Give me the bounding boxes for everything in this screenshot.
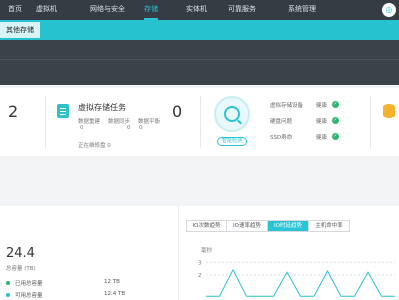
banner-divider (0, 59, 399, 60)
used-capacity-label: 已用总容量 (15, 281, 43, 287)
total-capacity-label: 总容量 (TB) (6, 266, 36, 272)
stats-divider (370, 96, 371, 148)
task-item-value: 0 (127, 125, 131, 131)
top-navigation: 首页 虚拟机 网络与安全 存储 实体机 可靠服务 系统管理 ◎ (0, 0, 399, 20)
latency-series-line (206, 268, 395, 297)
used-legend-dot (6, 281, 10, 285)
health-row: 硬盘问题 健康 ✓ (270, 117, 339, 127)
check-icon: ✓ (332, 101, 339, 108)
storage-banner (0, 40, 399, 85)
task-item-value: 0 (80, 125, 84, 131)
stats-divider (200, 96, 201, 148)
chart-unit-label: 毫秒 (201, 248, 213, 254)
virtual-storage-task-title: 虚拟存储任务 (78, 103, 126, 112)
nav-physical[interactable]: 实体机 (186, 0, 207, 20)
latency-chart: 32 (198, 260, 395, 297)
stats-divider (45, 96, 46, 148)
document-icon (57, 104, 69, 118)
health-label: 虚拟存储设备 (270, 103, 304, 109)
task-item-value: 0 (139, 125, 143, 131)
check-icon: ✓ (332, 117, 339, 124)
check-icon: ✓ (332, 133, 339, 140)
nav-system-management[interactable]: 系统管理 (288, 0, 316, 20)
available-capacity-value: 12.4 TB (104, 291, 126, 297)
performance-tabs: IO次数趋势 IO速率趋势 IO时延趋势 主机命中率 (186, 220, 350, 232)
used-capacity-value: 12 TB (104, 279, 120, 285)
nav-vm[interactable]: 虚拟机 (36, 0, 57, 20)
task-count: 0 (172, 102, 183, 121)
health-row: 虚拟存储设备 健康 ✓ (270, 101, 339, 111)
smart-check-button[interactable]: 智能检测 (217, 137, 247, 146)
nav-network-security[interactable]: 网络与安全 (90, 0, 125, 20)
sub-navigation: 其他存储 (0, 20, 399, 40)
search-icon (224, 106, 240, 122)
y-tick-label: 3 (198, 260, 202, 266)
nav-home[interactable]: 首页 (8, 0, 22, 20)
total-capacity-value: 24.4 (6, 246, 35, 261)
smart-check-ring[interactable] (214, 96, 250, 132)
left-count: 2 (8, 102, 19, 121)
available-capacity-label: 可用总容量 (15, 293, 43, 299)
tab-io-rate[interactable]: IO速率趋势 (227, 221, 268, 231)
nav-storage[interactable]: 存储 (144, 0, 158, 20)
health-status: 健康 (316, 119, 328, 125)
nav-reliable-service[interactable]: 可靠服务 (228, 0, 256, 20)
health-label: 硬盘问题 (270, 119, 293, 125)
health-row: SSD寿命 健康 ✓ (270, 133, 339, 143)
task-item-label: 数据重建 (78, 119, 101, 125)
section-gap (0, 156, 399, 206)
database-icon (383, 104, 395, 118)
pending-repair-label: 正在维修盘 0 (78, 143, 111, 149)
task-item-label: 数据同步 (108, 119, 131, 125)
task-item-label: 数据平衡 (138, 119, 161, 125)
capacity-panel: 24.4 总容量 (TB) 已用总容量 12 TB 可用总容量 12.4 TB (0, 206, 178, 300)
y-tick-label: 2 (198, 273, 202, 279)
shield-icon[interactable]: ◎ (382, 3, 396, 17)
tab-other-storage[interactable]: 其他存储 (0, 22, 40, 38)
health-label: SSD寿命 (270, 135, 293, 141)
health-status: 健康 (316, 103, 328, 109)
tab-io-latency[interactable]: IO时延趋势 (268, 221, 309, 231)
tab-io-count[interactable]: IO次数趋势 (187, 221, 227, 231)
tab-host-hit-rate[interactable]: 主机命中率 (309, 221, 349, 231)
available-legend-dot (6, 293, 10, 297)
health-status: 健康 (316, 135, 328, 141)
